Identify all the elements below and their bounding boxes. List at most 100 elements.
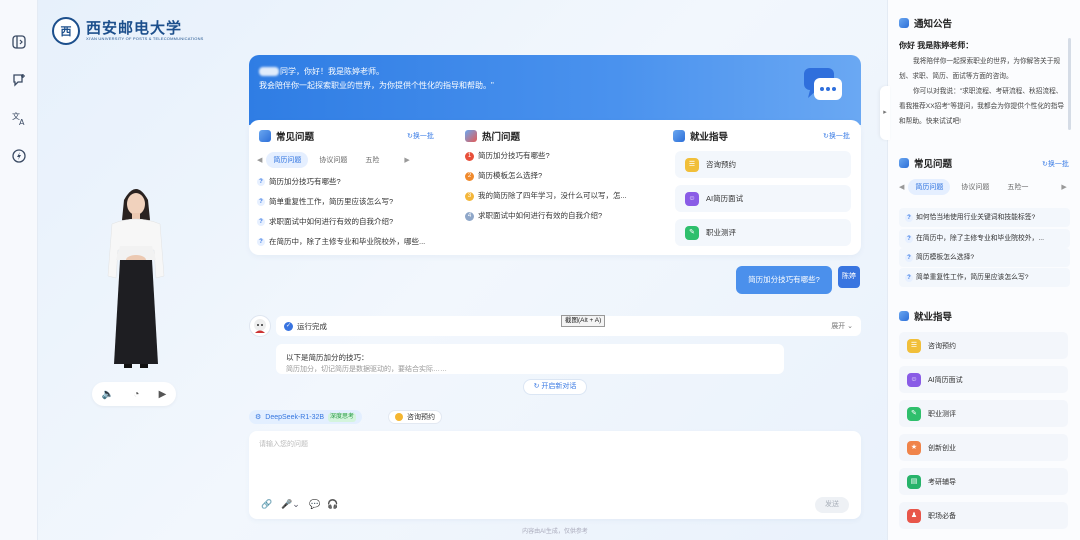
tab-resume[interactable]: 简历问题 — [266, 152, 309, 168]
university-seal-icon: 西 — [52, 17, 80, 45]
speed-icon[interactable]: ◔ — [133, 389, 139, 400]
answer-body: 以下是简历加分的技巧： 简历加分，切记简历是数据驱动的，要结合实际…… — [276, 344, 784, 374]
university-name-en: XI'AN UNIVERSITY OF POSTS & TELECOMMUNIC… — [86, 36, 204, 41]
notice-icon — [899, 18, 909, 28]
volume-icon[interactable]: 🔈 — [102, 389, 114, 400]
tab-insurance[interactable]: 五险一 — [1000, 179, 1035, 195]
university-logo: 西 西安邮电大学 XI'AN UNIVERSITY OF POSTS & TEL… — [52, 16, 204, 46]
lightning-icon[interactable] — [11, 148, 27, 164]
question-cards: 常见问题 ↻换一批 ◀ 简历问题 协议问题 五险 ▶ ? 简历加分技巧有哪些? ?… — [249, 120, 861, 255]
new-chat-button[interactable]: ↻ 开启新对话 — [523, 379, 587, 395]
ai-avatar — [249, 315, 271, 337]
list-item[interactable]: ? 简历加分技巧有哪些? — [257, 172, 439, 192]
tab-next-icon[interactable]: ▶ — [1061, 183, 1066, 191]
headset-icon[interactable]: 🎧 — [327, 499, 338, 510]
message-input[interactable] — [259, 439, 849, 489]
new-chat-icon[interactable] — [11, 72, 27, 88]
guide-item-assessment[interactable]: ✎ 职业测评 — [899, 400, 1068, 427]
left-rail: 文A — [0, 0, 38, 540]
guide-refresh-button[interactable]: ↻换一批 — [823, 131, 850, 141]
screenshot-tooltip: 截图(Alt + A) — [561, 315, 606, 327]
ai-disclaimer: 内容由AI生成，仅供参考 — [522, 529, 588, 535]
microphone-icon[interactable]: 🎤⌄ — [281, 499, 300, 510]
user-icon: ☺ — [685, 191, 699, 206]
avatar-controls: 🔈 ◔ ▶ — [92, 382, 176, 406]
tab-prev-icon[interactable]: ◀ — [899, 183, 904, 191]
chat-icon[interactable]: 💬 — [309, 499, 320, 510]
guide-card-title: 就业指导 — [673, 129, 728, 143]
tab-agreement[interactable]: 协议问题 — [954, 179, 996, 195]
right-faq-title: 常见问题 — [899, 156, 952, 170]
svg-text:A: A — [19, 118, 25, 126]
banner-greeting: 同学，你好！我是陈婷老师。 — [280, 67, 384, 76]
guide-item-consult[interactable]: ☰ 咨询预约 — [899, 332, 1068, 359]
question-icon: ? — [905, 253, 913, 262]
user-icon: ☺ — [907, 372, 921, 387]
notice-title: 通知公告 — [899, 16, 952, 30]
guide-item-innovation[interactable]: ★ 创新创业 — [899, 434, 1068, 461]
attach-icon[interactable]: 🔗 — [261, 499, 272, 510]
guide-item-ai-interview[interactable]: ☺ AI简历面试 — [675, 185, 851, 212]
rank-badge: 4 — [465, 211, 474, 221]
translate-icon[interactable]: 文A — [11, 110, 27, 127]
panel-toggle-icon[interactable] — [11, 34, 27, 50]
right-guide-title: 就业指导 — [899, 309, 952, 323]
list-item[interactable]: ? 在简历中，除了主修专业和毕业院校外，... — [899, 229, 1070, 248]
model-icon: ⚙ — [255, 414, 262, 421]
faq-icon — [259, 130, 271, 142]
notice-scrollbar[interactable] — [1068, 38, 1071, 130]
tab-prev-icon[interactable]: ◀ — [257, 156, 262, 164]
tab-insurance[interactable]: 五险 — [358, 152, 386, 168]
notice-subtitle: 你好 我是陈婷老师： — [899, 41, 974, 50]
faq-tabs: ◀ 简历问题 协议问题 五险 ▶ — [257, 152, 410, 168]
banner-intro: 我会陪伴你一起探索职业的世界，为你提供个性化的指导和帮助。" — [259, 81, 494, 90]
university-name-cn: 西安邮电大学 — [86, 19, 183, 37]
tab-next-icon[interactable]: ▶ — [404, 156, 409, 164]
guide-item-postgrad[interactable]: ▤ 考研辅导 — [899, 468, 1068, 495]
guide-item-assessment[interactable]: ✎ 职业测评 — [675, 219, 851, 246]
faq-list: ? 简历加分技巧有哪些? ? 简单重复性工作，简历里应该怎么写? ? 求职面试中如何进… — [257, 172, 439, 252]
guide-item-consult[interactable]: ☰ 咨询预约 — [675, 151, 851, 178]
list-item[interactable]: ? 在简历中，除了主修专业和毕业院校外，哪些... — [257, 232, 439, 252]
question-icon: ? — [257, 238, 265, 246]
hot-list: 1 简历加分技巧有哪些? 2 简历模板怎么选择? 3 我的简历除了四年学习，没什么可以… — [465, 146, 645, 226]
answer-text-faded: 简历加分，切记简历是数据驱动的，要结合实际…… — [286, 366, 447, 373]
guide-item-ai-interview[interactable]: ☺ AI简历面试 — [899, 366, 1068, 393]
tab-resume[interactable]: 简历问题 — [908, 179, 951, 195]
tab-agreement[interactable]: 协议问题 — [312, 152, 354, 168]
play-icon[interactable]: ▶ — [159, 389, 167, 400]
list-item[interactable]: ? 简单重复性工作，简历里应该怎么写? — [257, 192, 439, 212]
list-item[interactable]: ? 如何恰当地使用行业关键词和技能标签? — [899, 208, 1070, 227]
star-icon: ★ — [907, 440, 921, 455]
question-icon: ? — [905, 234, 913, 243]
rank-badge: 1 — [465, 151, 474, 161]
right-faq-refresh-button[interactable]: ↻换一批 — [1042, 159, 1069, 169]
list-item[interactable]: 3 我的简历除了四年学习，没什么可以写，怎... — [465, 186, 645, 206]
model-selector[interactable]: ⚙ DeepSeek-R1-32B 深度思考 — [249, 410, 363, 424]
send-button[interactable]: 发送 — [815, 497, 849, 513]
faq-icon — [899, 158, 909, 168]
guide-icon — [899, 311, 909, 321]
list-item[interactable]: ? 简单重复性工作，简历里应该怎么写? — [899, 268, 1070, 287]
faq-refresh-button[interactable]: ↻换一批 — [407, 131, 434, 141]
consult-chip[interactable]: 咨询预约 — [388, 410, 442, 424]
hot-card-title: 热门问题 — [465, 129, 520, 143]
book-icon: ▤ — [907, 474, 921, 489]
deep-think-badge[interactable]: 深度思考 — [328, 412, 357, 422]
collapse-panel-button[interactable]: ▸ — [880, 86, 890, 140]
answer-status-text: 运行完成 — [297, 321, 327, 331]
list-item[interactable]: 1 简历加分技巧有哪些? — [465, 146, 645, 166]
redacted-name — [259, 67, 279, 77]
guide-item-workplace[interactable]: ♟ 职场必备 — [899, 502, 1068, 529]
guide-icon — [673, 130, 685, 142]
hot-icon — [465, 130, 477, 142]
list-item[interactable]: 2 简历模板怎么选择? — [465, 166, 645, 186]
edit-icon: ✎ — [685, 225, 699, 240]
teacher-avatar — [98, 180, 174, 370]
faq-card-title: 常见问题 — [259, 129, 314, 143]
expand-toggle[interactable]: 展开 ⌄ — [831, 321, 853, 331]
rank-badge: 3 — [465, 191, 474, 201]
list-item[interactable]: 4 求职面试中如何进行有效的自我介绍? — [465, 206, 645, 226]
list-item[interactable]: ? 求职面试中如何进行有效的自我介绍? — [257, 212, 439, 232]
list-item[interactable]: ? 简历模板怎么选择? — [899, 248, 1070, 267]
